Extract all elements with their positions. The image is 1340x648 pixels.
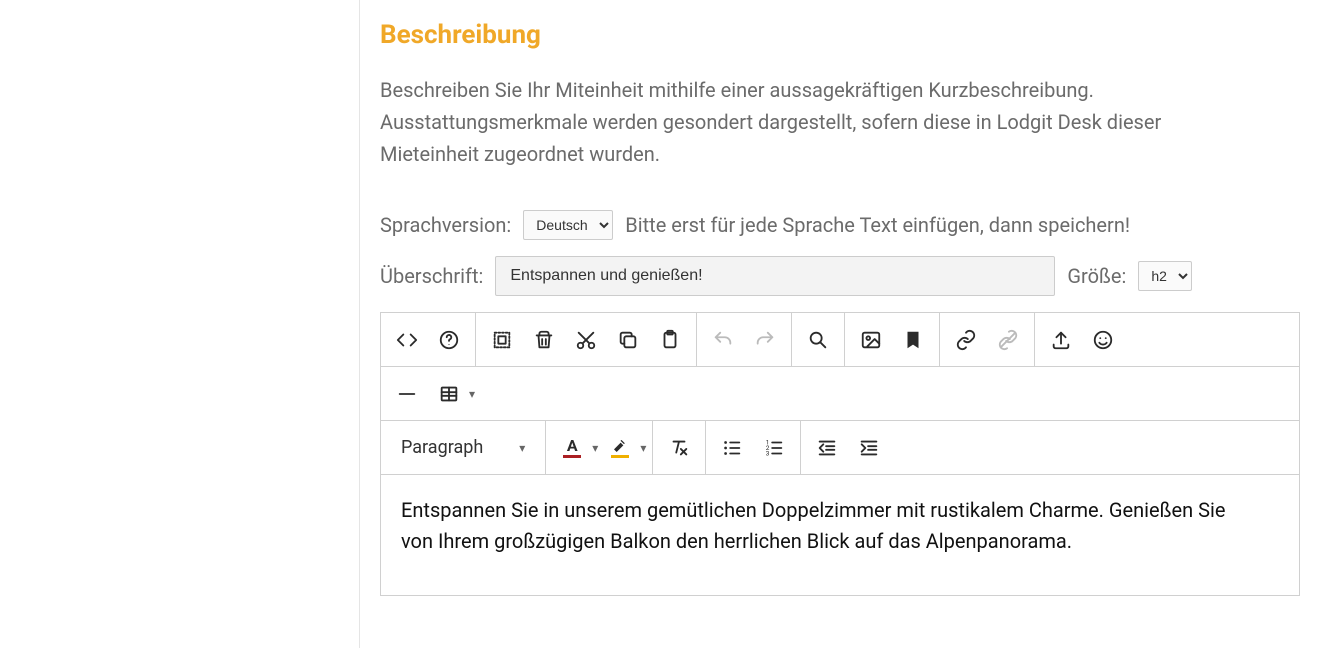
- highlight-color-button[interactable]: [600, 428, 640, 468]
- heading-input[interactable]: [495, 256, 1055, 296]
- upload-button[interactable]: [1041, 320, 1081, 360]
- help-button[interactable]: [429, 320, 469, 360]
- sidebar: [0, 0, 360, 648]
- outdent-button[interactable]: [807, 428, 847, 468]
- horizontal-rule-button[interactable]: [387, 374, 427, 414]
- rich-text-editor: ▾ Paragraph ▾ A: [380, 312, 1300, 596]
- emoji-button[interactable]: [1083, 320, 1123, 360]
- size-select[interactable]: h2: [1138, 261, 1192, 291]
- numbered-list-button[interactable]: 123: [754, 428, 794, 468]
- chevron-down-icon: ▾: [519, 441, 525, 455]
- editor-content[interactable]: Entspannen Sie in unserem gemütlichen Do…: [381, 475, 1261, 595]
- size-label: Größe:: [1067, 264, 1126, 288]
- svg-text:3: 3: [766, 449, 770, 457]
- unlink-button[interactable]: [988, 320, 1028, 360]
- image-button[interactable]: [851, 320, 891, 360]
- cut-button[interactable]: [566, 320, 606, 360]
- redo-button[interactable]: [745, 320, 785, 360]
- paragraph-select[interactable]: Paragraph ▾: [387, 428, 539, 468]
- table-button[interactable]: [429, 374, 469, 414]
- section-description: Beschreiben Sie Ihr Miteinheit mithilfe …: [380, 74, 1260, 170]
- chevron-down-icon[interactable]: ▾: [640, 441, 646, 455]
- source-code-button[interactable]: [387, 320, 427, 360]
- heading-row: Überschrift: Größe: h2: [380, 256, 1300, 296]
- language-label: Sprachversion:: [380, 213, 511, 237]
- undo-button[interactable]: [703, 320, 743, 360]
- toolbar-row-1: [381, 313, 1299, 367]
- heading-label: Überschrift:: [380, 264, 483, 288]
- bookmark-button[interactable]: [893, 320, 933, 360]
- link-button[interactable]: [946, 320, 986, 360]
- chevron-down-icon[interactable]: ▾: [469, 387, 475, 401]
- bullet-list-button[interactable]: [712, 428, 752, 468]
- paragraph-label: Paragraph: [401, 437, 483, 458]
- copy-button[interactable]: [608, 320, 648, 360]
- delete-button[interactable]: [524, 320, 564, 360]
- section-title: Beschreibung: [380, 20, 1300, 50]
- chevron-down-icon[interactable]: ▾: [592, 441, 598, 455]
- search-button[interactable]: [798, 320, 838, 360]
- text-color-button[interactable]: A: [552, 428, 592, 468]
- paste-button[interactable]: [650, 320, 690, 360]
- language-select[interactable]: Deutsch: [523, 210, 613, 240]
- toolbar-row-2: ▾: [381, 367, 1299, 421]
- clear-format-button[interactable]: [659, 428, 699, 468]
- main-content: Beschreibung Beschreiben Sie Ihr Miteinh…: [360, 0, 1340, 648]
- language-row: Sprachversion: Deutsch Bitte erst für je…: [380, 210, 1300, 240]
- indent-button[interactable]: [849, 428, 889, 468]
- toolbar-row-3: Paragraph ▾ A ▾: [381, 421, 1299, 475]
- select-all-button[interactable]: [482, 320, 522, 360]
- language-hint: Bitte erst für jede Sprache Text einfüge…: [625, 213, 1130, 237]
